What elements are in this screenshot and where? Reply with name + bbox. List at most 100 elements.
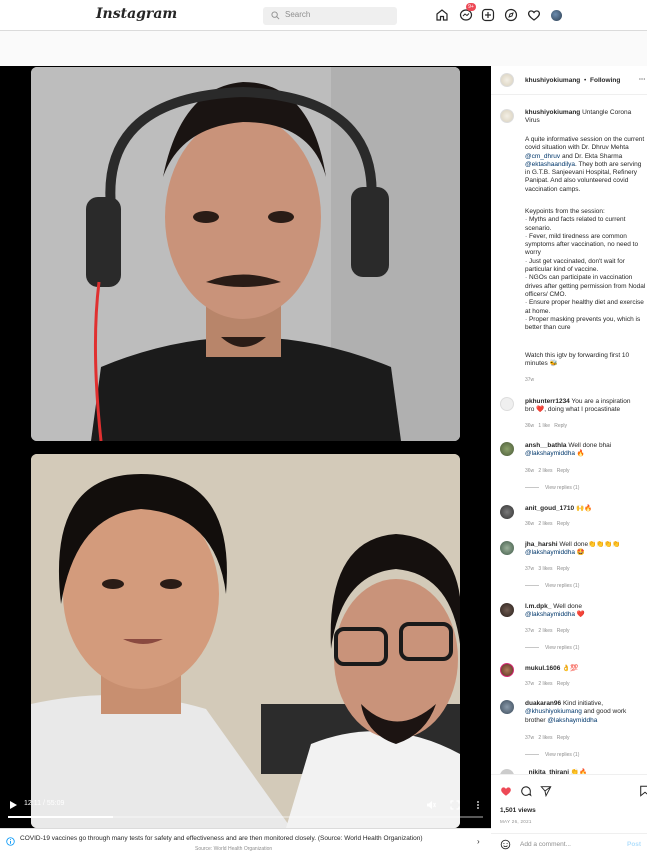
share-icon[interactable]	[540, 785, 552, 797]
view-replies-label[interactable]: View replies (1)	[545, 583, 579, 589]
caption-avatar[interactable]	[500, 109, 514, 123]
view-replies-4[interactable]: View replies (1)	[525, 583, 579, 589]
comment-text: Well done👏👏👏👏	[559, 541, 621, 548]
comment-username[interactable]: ansh__bathla	[525, 442, 567, 449]
comment-6: mukul.1606 👌💯	[525, 665, 637, 673]
comment-likes[interactable]: 2 likes	[538, 521, 552, 527]
bookmark-icon[interactable]	[639, 785, 647, 797]
reply-button[interactable]: Reply	[557, 468, 570, 474]
info-icon	[6, 837, 15, 846]
view-replies-5[interactable]: View replies (1)	[525, 645, 579, 651]
reply-button[interactable]: Reply	[557, 566, 570, 572]
more-options-icon[interactable]	[473, 800, 483, 810]
video-participant-top	[31, 67, 460, 441]
video-time: 12:11 / 55:09	[24, 800, 65, 807]
messages-badge: 9+	[466, 3, 476, 11]
owner-username[interactable]: khushiyokiumang	[525, 77, 580, 85]
comment-5: l.m.dpk_ Well done @lakshaymiddha ❤️	[525, 603, 637, 620]
view-replies-label[interactable]: View replies (1)	[545, 752, 579, 758]
comment-mention[interactable]: @lakshaymiddha	[525, 611, 575, 618]
comment-avatar[interactable]	[500, 603, 514, 617]
comment-likes[interactable]: 1 like	[538, 423, 550, 429]
caption-title-line: khushiyokiumang Untangle Corona Virus	[525, 109, 647, 126]
caption-age: 37w	[525, 377, 535, 383]
covid-info-banner[interactable]: COVID-19 vaccines go through many tests …	[0, 828, 491, 853]
comment-mention-2[interactable]: @lakshaymiddha	[547, 717, 597, 724]
post-options-icon[interactable]: ···	[639, 76, 646, 84]
mention-cm-dhruv[interactable]: @cm_dhruv	[525, 153, 560, 160]
comment-username[interactable]: l.m.dpk_	[525, 603, 551, 610]
new-post-icon[interactable]	[481, 8, 495, 22]
home-icon[interactable]	[435, 8, 449, 22]
comment-avatar[interactable]	[500, 663, 514, 677]
comment-avatar[interactable]	[500, 700, 514, 714]
comment-likes[interactable]: 2 likes	[538, 468, 552, 474]
comment-avatar[interactable]	[500, 397, 514, 411]
comment-likes[interactable]: 3 likes	[538, 566, 552, 572]
comment-username[interactable]: anit_goud_1710	[525, 505, 574, 512]
video-progress-fill	[8, 816, 113, 818]
video-progress-bar[interactable]	[8, 816, 483, 818]
comment-username[interactable]: jha_harshi	[525, 541, 558, 548]
keypoint-6: · Proper masking prevents you, which is …	[525, 315, 641, 332]
covid-banner-text: COVID-19 vaccines go through many tests …	[20, 835, 423, 842]
caption-username[interactable]: khushiyokiumang	[525, 109, 580, 116]
comment-age: 36w	[525, 423, 535, 429]
reply-button[interactable]: Reply	[554, 423, 567, 429]
search-box[interactable]: Search	[263, 7, 397, 25]
comment-avatar[interactable]	[500, 541, 514, 555]
follow-separator: •	[584, 77, 587, 84]
comment-text: 👌💯	[562, 665, 579, 672]
view-replies-7[interactable]: View replies (1)	[525, 752, 579, 758]
comment-username[interactable]: mukul.1606	[525, 665, 560, 672]
add-comment-input[interactable]: Add a comment...	[520, 841, 571, 848]
search-placeholder: Search	[285, 10, 311, 19]
comment-4: jha_harshi Well done👏👏👏👏 @lakshaymiddha 🤩	[525, 541, 637, 558]
comment-likes[interactable]: 2 likes	[538, 681, 552, 687]
post-comment-button[interactable]: Post	[627, 841, 641, 848]
comment-age: 37w	[525, 566, 535, 572]
comment-5-meta: 37w 2 likes Reply	[525, 628, 570, 634]
instagram-logo[interactable]: Instagram	[96, 6, 177, 22]
comment-1: pkhunterr1234 You are a inspiration bro …	[525, 398, 637, 415]
like-heart-icon[interactable]	[500, 785, 512, 797]
emoji-icon[interactable]	[500, 839, 511, 850]
comment-age: 37w	[525, 628, 535, 634]
keypoints-heading: Keypoints from the session:	[525, 208, 605, 215]
reply-button[interactable]: Reply	[557, 735, 570, 741]
mute-icon[interactable]	[426, 800, 436, 810]
comment-username[interactable]: duakaran96	[525, 700, 561, 707]
play-icon[interactable]	[8, 800, 18, 810]
following-status[interactable]: Following	[590, 77, 620, 85]
comment-likes[interactable]: 2 likes	[538, 735, 552, 741]
view-replies-2[interactable]: View replies (1)	[525, 485, 579, 491]
reply-button[interactable]: Reply	[557, 681, 570, 687]
view-count[interactable]: 1,501 views	[500, 807, 536, 814]
covid-banner-source: Source: World Health Organization	[195, 846, 273, 852]
comment-avatar[interactable]	[500, 505, 514, 519]
profile-avatar[interactable]	[551, 10, 562, 21]
igtv-video-player[interactable]: 12:11 / 55:09	[0, 66, 491, 828]
explore-icon[interactable]	[504, 8, 518, 22]
reply-button[interactable]: Reply	[557, 628, 570, 634]
caption-paragraph-2: Keypoints from the session: · Myths and …	[525, 208, 647, 332]
post-date: MAY 26, 2021	[500, 819, 532, 824]
video-controls: 12:11 / 55:09	[0, 796, 491, 828]
activity-heart-icon[interactable]	[527, 8, 541, 22]
comment-mention[interactable]: @lakshaymiddha	[525, 450, 575, 457]
owner-avatar[interactable]	[500, 73, 514, 87]
comment-avatar[interactable]	[500, 442, 514, 456]
comment-icon[interactable]	[520, 785, 532, 797]
comment-mention[interactable]: @lakshaymiddha	[525, 549, 575, 556]
comment-3: anit_goud_1710 🙌🔥	[525, 505, 637, 513]
comment-username[interactable]: pkhunterr1234	[525, 398, 570, 405]
mention-ektashaandilya[interactable]: @ektashaandilya	[525, 161, 575, 168]
comment-mention[interactable]: @khushiyokiumang	[525, 708, 582, 715]
comment-likes[interactable]: 2 likes	[538, 628, 552, 634]
search-icon	[271, 11, 280, 20]
view-replies-label[interactable]: View replies (1)	[545, 645, 579, 651]
view-replies-label[interactable]: View replies (1)	[545, 485, 579, 491]
fullscreen-icon[interactable]	[450, 800, 460, 810]
chevron-right-icon[interactable]: ›	[477, 837, 480, 846]
reply-button[interactable]: Reply	[557, 521, 570, 527]
